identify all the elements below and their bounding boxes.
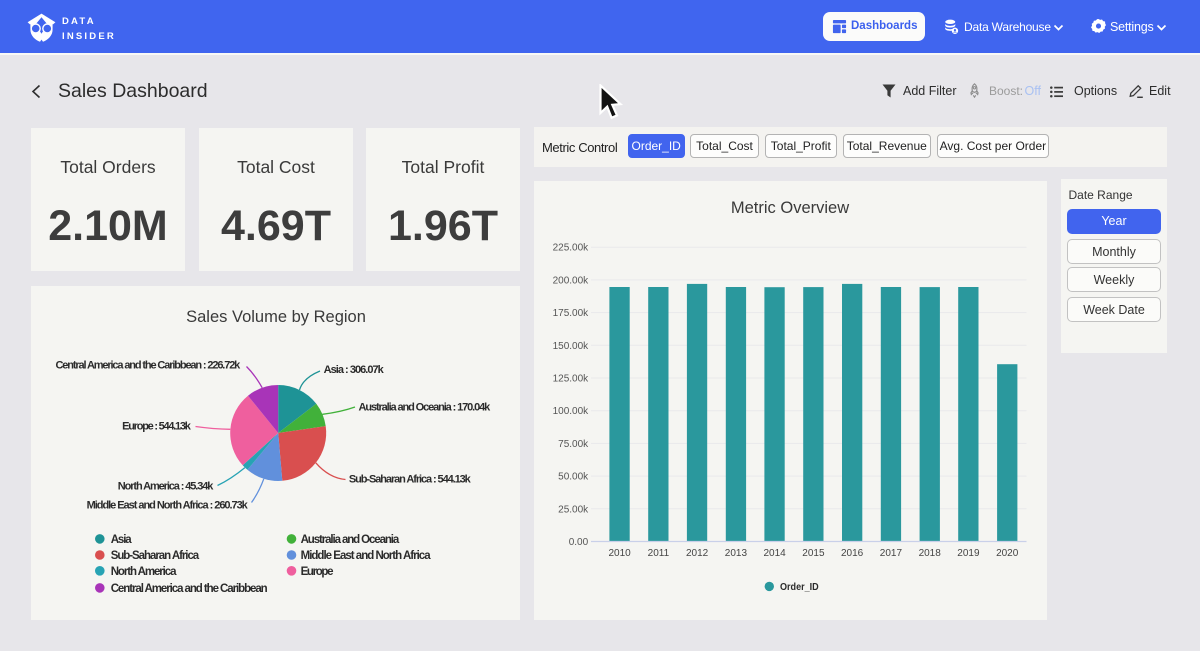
svg-text:125.00k: 125.00k <box>553 374 590 385</box>
svg-text:2010: 2010 <box>608 548 631 559</box>
svg-text:Australia and Oceania: Australia and Oceania <box>301 534 400 546</box>
svg-text:Metric Overview: Metric Overview <box>731 199 849 217</box>
svg-text:0.00: 0.00 <box>569 537 589 548</box>
svg-text:50.00k: 50.00k <box>558 472 589 483</box>
svg-text:Asia : 306.07k: Asia : 306.07k <box>324 364 385 376</box>
svg-text:Asia: Asia <box>111 534 133 546</box>
svg-text:2017: 2017 <box>880 548 903 559</box>
svg-text:2013: 2013 <box>725 548 748 559</box>
svg-text:North America : 45.34k: North America : 45.34k <box>118 481 214 493</box>
svg-text:75.00k: 75.00k <box>558 439 589 450</box>
svg-text:Middle East and North Africa: Middle East and North Africa <box>301 550 432 562</box>
svg-text:2019: 2019 <box>957 548 980 559</box>
svg-text:225.00k: 225.00k <box>553 243 590 254</box>
svg-text:Sub-Saharan Africa : 544.13k: Sub-Saharan Africa : 544.13k <box>349 474 472 486</box>
svg-text:2015: 2015 <box>802 548 825 559</box>
svg-text:Central America and the Caribb: Central America and the Caribbean <box>111 583 268 595</box>
svg-text:2011: 2011 <box>648 548 670 559</box>
svg-text:Order_ID: Order_ID <box>780 581 819 593</box>
svg-text:2014: 2014 <box>763 548 786 559</box>
svg-text:2016: 2016 <box>841 548 864 559</box>
svg-text:200.00k: 200.00k <box>553 275 590 286</box>
svg-text:Middle East and North Africa :: Middle East and North Africa : 260.73k <box>87 499 249 511</box>
svg-text:Europe : 544.13k: Europe : 544.13k <box>122 420 192 432</box>
svg-text:North America: North America <box>111 566 177 578</box>
svg-text:2020: 2020 <box>996 548 1019 559</box>
svg-text:175.00k: 175.00k <box>553 308 590 319</box>
svg-text:Sales Volume by Region: Sales Volume by Region <box>186 308 366 326</box>
svg-text:Europe: Europe <box>301 566 334 578</box>
svg-text:2012: 2012 <box>686 548 709 559</box>
svg-text:Central America and the Caribb: Central America and the Caribbean : 226.… <box>56 359 242 371</box>
svg-text:2018: 2018 <box>919 548 942 559</box>
svg-text:25.00k: 25.00k <box>558 504 589 515</box>
svg-text:Sub-Saharan Africa: Sub-Saharan Africa <box>111 550 200 562</box>
svg-text:150.00k: 150.00k <box>553 341 590 352</box>
svg-text:100.00k: 100.00k <box>553 406 590 417</box>
svg-text:Australia and Oceania : 170.04: Australia and Oceania : 170.04k <box>359 402 492 414</box>
